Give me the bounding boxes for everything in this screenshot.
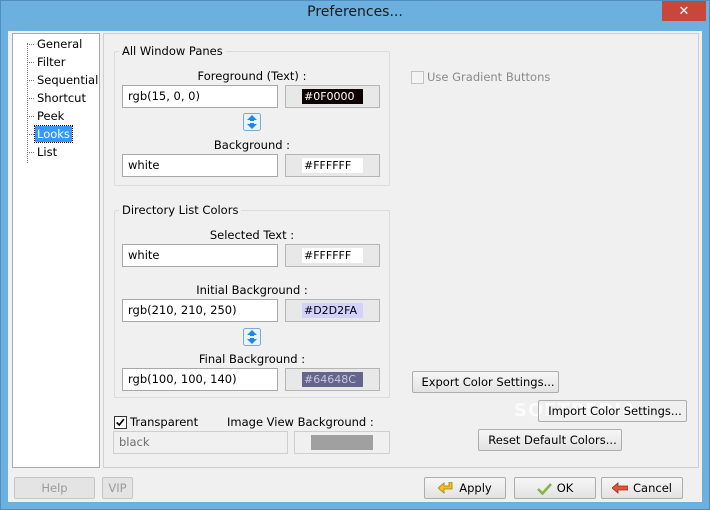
tree-connector <box>27 152 34 153</box>
gradient-checkbox[interactable] <box>411 71 424 84</box>
apply-button[interactable]: Apply <box>424 477 506 499</box>
foreground-input[interactable]: rgb(15, 0, 0) <box>122 85 278 108</box>
tree-item-peek[interactable]: Peek <box>35 108 66 124</box>
background-input[interactable]: white <box>122 154 278 177</box>
category-tree[interactable]: General Filter Sequential Shortcut Peek … <box>12 33 100 468</box>
transparent-checkbox[interactable] <box>114 416 127 429</box>
tree-item-general[interactable]: General <box>35 36 84 52</box>
image-view-background-label: Image View Background : <box>227 415 374 429</box>
window-title: Preferences... <box>307 4 403 20</box>
checkmark-icon <box>116 418 125 427</box>
tree-connector <box>27 98 34 99</box>
vip-button[interactable]: VIP <box>102 477 133 499</box>
tree-connector <box>27 80 34 81</box>
image-view-background-input[interactable]: black <box>113 431 288 454</box>
background-color-button[interactable]: #FFFFFF <box>285 154 380 177</box>
tree-connector <box>27 116 34 117</box>
foreground-color-button[interactable]: #0F0000 <box>285 85 380 108</box>
foreground-label: Foreground (Text) : <box>197 69 307 83</box>
gradient-label: Use Gradient Buttons <box>427 70 551 84</box>
help-button[interactable]: Help <box>14 477 95 499</box>
close-icon: ✕ <box>678 3 690 19</box>
selected-text-input[interactable]: white <box>122 244 278 267</box>
tree-connector <box>27 62 34 63</box>
reset-label: Reset Default Colors... <box>488 433 617 447</box>
initial-background-color-button[interactable]: #D2D2FA <box>285 299 380 322</box>
initial-background-input[interactable]: rgb(210, 210, 250) <box>122 299 278 322</box>
checkmark-icon <box>536 482 552 495</box>
selected-text-color-button[interactable]: #FFFFFF <box>285 244 380 267</box>
apply-arrow-icon <box>438 481 453 494</box>
tree-connector <box>27 43 28 163</box>
ok-button[interactable]: OK <box>514 477 596 499</box>
tree-item-sequential[interactable]: Sequential <box>35 72 100 88</box>
tree-connector <box>27 44 34 45</box>
tree-item-shortcut[interactable]: Shortcut <box>35 90 88 106</box>
cancel-arrow-icon <box>612 481 629 494</box>
cancel-label: Cancel <box>633 481 672 495</box>
swap-colors-icon[interactable] <box>243 113 261 131</box>
tree-item-list[interactable]: List <box>35 144 59 160</box>
selected-text-swatch: #FFFFFF <box>302 248 363 263</box>
foreground-swatch: #0F0000 <box>302 89 363 104</box>
directory-list-colors-title: Directory List Colors <box>119 203 242 217</box>
tree-item-looks[interactable]: Looks <box>34 125 73 143</box>
transparent-label: Transparent <box>130 415 199 429</box>
initial-background-swatch: #D2D2FA <box>302 303 363 318</box>
background-swatch: #FFFFFF <box>302 158 363 173</box>
image-view-swatch <box>311 435 373 450</box>
final-background-color-button[interactable]: #64648C <box>285 368 380 391</box>
import-color-settings-button[interactable]: Import Color Settings... <box>538 400 687 422</box>
export-color-settings-button[interactable]: Export Color Settings... <box>412 371 559 393</box>
reset-default-colors-button[interactable]: Reset Default Colors... <box>478 429 622 451</box>
background-label: Background : <box>213 138 291 152</box>
swap-gradient-icon[interactable] <box>243 328 261 346</box>
import-label: Import Color Settings... <box>548 404 682 418</box>
all-window-panes-title: All Window Panes <box>119 44 226 58</box>
ok-label: OK <box>556 481 574 495</box>
image-view-color-button[interactable] <box>294 431 390 454</box>
final-background-input[interactable]: rgb(100, 100, 140) <box>122 368 278 391</box>
final-background-label: Final Background : <box>198 352 306 366</box>
final-background-swatch: #64648C <box>302 372 363 387</box>
tree-connector <box>27 134 34 135</box>
export-label: Export Color Settings... <box>421 375 555 389</box>
initial-background-label: Initial Background : <box>196 283 308 297</box>
tree-item-filter[interactable]: Filter <box>35 54 67 70</box>
apply-label: Apply <box>459 481 492 495</box>
close-button[interactable]: ✕ <box>662 1 706 21</box>
cancel-button[interactable]: Cancel <box>601 477 683 499</box>
selected-text-label: Selected Text : <box>209 228 295 242</box>
